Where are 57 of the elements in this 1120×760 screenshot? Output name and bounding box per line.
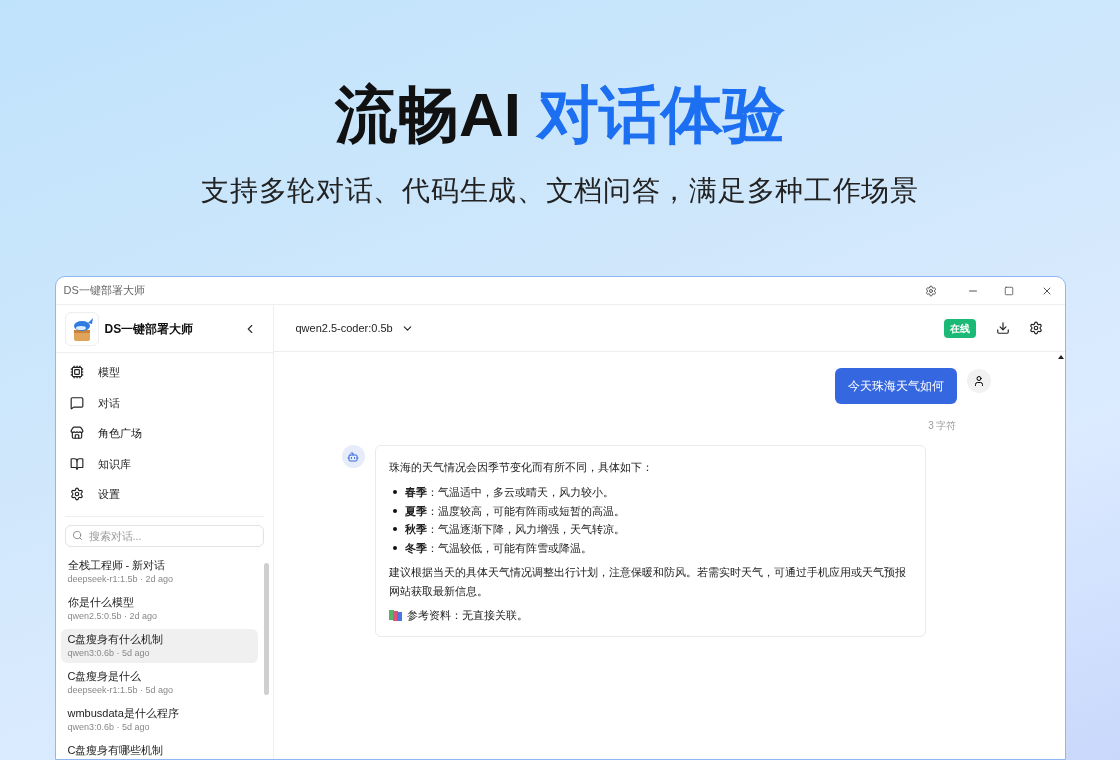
chat-title: C盘瘦身有哪些机制 (67, 742, 165, 758)
chat-meta: qwen3:0.6b · 5d ago (67, 720, 151, 734)
maximize-icon[interactable] (1003, 285, 1014, 296)
app-name: DS一键部署大师 (104, 320, 194, 338)
search-field[interactable]: 搜索对话... (64, 524, 264, 547)
chat-title: C盘瘦身有什么机制 (67, 631, 165, 647)
bullet-icon (392, 527, 397, 532)
person-icon (972, 375, 985, 387)
list-item: 春季：气温适中，多云或晴天，风力较小。 (404, 485, 614, 500)
chat-meta: deepseek-r1:1.5b · 5d ago (67, 683, 175, 697)
nav-item[interactable]: 角色广场 (69, 418, 259, 449)
search-icon (71, 530, 83, 541)
chat-item[interactable]: 你是什么模型 qwen2.5:0.5b · 2d ago (60, 591, 258, 626)
chat-title: wmbusdata是什么程序 (67, 705, 180, 721)
chat-item[interactable]: wmbusdata是什么程序 qwen3:0.6b · 5d ago (60, 702, 258, 737)
list-item: 冬季：气温较低，可能有阵雪或降温。 (404, 540, 592, 556)
char-count: 3 字符 (928, 419, 957, 433)
message-text: 建议根据当天的具体天气情况调整出行计划，注意保暖和防风。若需实时天气，可通过手机应用或天气预报网站获取最新信息。 (388, 565, 907, 599)
user-message: 今天珠海天气如何 (834, 368, 957, 404)
message-text: 珠海的天气情况会因季节变化而有所不同，具体如下： (388, 460, 654, 475)
download-icon[interactable] (995, 321, 1010, 335)
chat-title: 你是什么模型 (67, 594, 135, 610)
chat-icon (69, 395, 84, 410)
robot-icon (347, 450, 359, 463)
books-icon (388, 609, 402, 622)
status-badge: 在线 (943, 318, 976, 338)
scrollbar-thumb[interactable] (264, 562, 269, 695)
reference-text: 参考资料：无直接关联。 (406, 608, 528, 623)
settings-icon[interactable] (1028, 321, 1043, 335)
nav-item[interactable]: 知识库 (69, 448, 259, 479)
nav-item[interactable]: 模型 (69, 357, 259, 388)
nav-item[interactable]: 对话 (69, 387, 259, 418)
chip-icon (69, 365, 84, 380)
chat-item[interactable]: C盘瘦身是什么 deepseek-r1:1.5b · 5d ago (60, 665, 258, 700)
subtitle: 支持多轮对话、代码生成、文档问答，满足多种工作场景 (201, 174, 919, 208)
chat-item[interactable]: C盘瘦身有什么机制 qwen3:0.6b · 5d ago (60, 628, 258, 663)
bullet-icon (392, 490, 397, 495)
scroll-up-icon[interactable] (1057, 355, 1064, 359)
bullet-icon (392, 545, 397, 550)
chat-item[interactable]: C盘瘦身有哪些机制 (60, 739, 258, 759)
settings-icon (69, 487, 84, 502)
list-item: 秋季：气温逐渐下降，风力增强，天气转凉。 (404, 522, 625, 537)
chat-meta: qwen3:0.6b · 5d ago (67, 646, 151, 660)
chat-meta: deepseek-r1:1.5b · 2d ago (67, 572, 175, 586)
chat-item[interactable]: 全栈工程师 - 新对话 deepseek-r1:1.5b · 2d ago (60, 554, 258, 589)
window-title: DS一键部署大师 (63, 283, 145, 299)
list-item: 夏季：温度较高，可能有阵雨或短暂的高温。 (404, 503, 625, 519)
chat-title: 全栈工程师 - 新对话 (67, 557, 167, 573)
headline-highlight: 对话体验 (537, 84, 785, 146)
nav-item[interactable]: 设置 (69, 479, 259, 510)
bullet-icon (392, 508, 397, 513)
chat-title: C盘瘦身是什么 (67, 668, 143, 684)
headline: 流畅AI (335, 84, 521, 146)
store-icon (69, 426, 84, 441)
model-selector[interactable]: qwen2.5-coder:0.5b (295, 319, 414, 337)
chat-meta: qwen2.5:0.5b · 2d ago (67, 609, 159, 623)
book-icon (69, 456, 84, 471)
